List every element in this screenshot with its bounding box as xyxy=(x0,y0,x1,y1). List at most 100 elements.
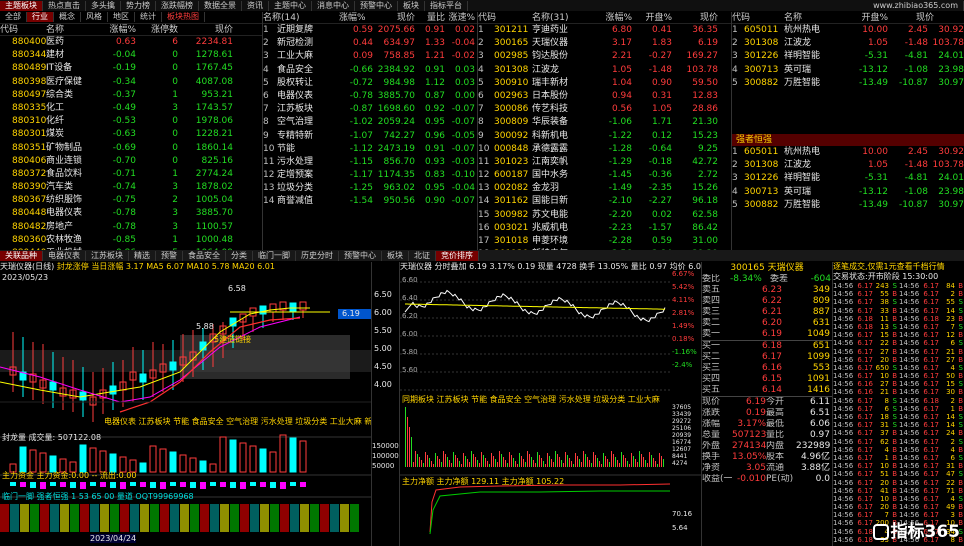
table-row[interactable]: 7 300086 传艺科技 0.56 1.05 28.86 xyxy=(478,103,731,116)
column-header[interactable]: 涨速% xyxy=(445,12,475,23)
table-row[interactable]: 3 301226 祥明智能 -5.31 -4.81 24.01 xyxy=(732,172,964,185)
table-row[interactable]: 3 工业大麻 0.09 758.85 1.21 -0.02 xyxy=(263,50,477,63)
book-row[interactable]: 卖二 6.20 631 xyxy=(702,318,832,329)
table-row[interactable]: 9 300092 科新机电 -1.22 0.12 15.23 xyxy=(478,130,731,143)
table-row[interactable]: 11 301023 江南奕帆 -1.29 -0.18 42.72 xyxy=(478,156,731,169)
chart-tab[interactable]: 北证 xyxy=(409,250,436,261)
table-row[interactable]: 13 垃圾分类 -1.25 963.02 0.95 -0.04 xyxy=(263,182,477,195)
top-tab[interactable]: 数据全景 xyxy=(199,0,242,11)
table-row[interactable]: 6 电器仪表 -0.78 3885.70 0.87 0.00 xyxy=(263,90,477,103)
chart-tab[interactable]: 江苏板块 xyxy=(86,250,129,261)
table-row[interactable]: 880406 商业连锁 -0.70 0 825.16 xyxy=(0,155,262,168)
column-header[interactable]: 现价 xyxy=(888,12,934,23)
book-row[interactable]: 买一 6.18 651 xyxy=(702,341,832,352)
table-row[interactable]: 10 000848 承德露露 -1.28 -0.64 9.25 xyxy=(478,143,731,156)
column-header[interactable]: 代码 xyxy=(478,12,532,23)
chart-tab[interactable]: 历史分时 xyxy=(296,250,339,261)
top-tab[interactable]: 预警中心 xyxy=(355,0,398,11)
sector-tab[interactable]: 行业 xyxy=(27,12,54,22)
table-row[interactable]: 880344 建材 -0.04 0 1278.61 xyxy=(0,49,262,62)
sector-tab[interactable]: 全部 xyxy=(0,12,27,22)
table-row[interactable]: 5 300882 万胜智能 -13.49 -10.87 30.97 xyxy=(732,199,964,212)
table-row[interactable]: 4 300713 英可瑞 -13.12 -1.08 23.98 xyxy=(732,186,964,199)
table-row[interactable]: 5 300910 瑞丰新材 1.04 0.90 59.50 xyxy=(478,77,731,90)
table-row[interactable]: 2 300165 天瑞仪器 3.17 1.83 6.19 xyxy=(478,37,731,50)
chart-tab[interactable]: 板块 xyxy=(382,250,409,261)
chart-tab[interactable]: 预警 xyxy=(156,250,183,261)
chart-tab[interactable]: 关联品种 xyxy=(0,250,43,261)
book-row[interactable]: 买五 6.14 1416 xyxy=(702,385,832,396)
table-row[interactable]: 9 专精特新 -1.07 742.27 0.96 -0.05 xyxy=(263,130,477,143)
table-row[interactable]: 10 节能 -1.12 2473.19 0.91 -0.07 xyxy=(263,143,477,156)
sector-tab[interactable]: 统计 xyxy=(135,12,162,22)
column-header[interactable]: 名称 xyxy=(784,12,840,23)
table-row[interactable]: 1 605011 杭州热电 10.00 2.45 30.92 xyxy=(732,24,964,37)
table-row[interactable]: 1 605011 杭州热电 10.00 2.45 30.92 xyxy=(732,146,964,159)
chart-tab[interactable]: 临门一脚 xyxy=(253,250,296,261)
table-row[interactable]: 880489 IT设备 -0.19 0 1767.45 xyxy=(0,62,262,75)
column-header[interactable]: 现价 xyxy=(672,12,718,23)
column-header[interactable]: 开盘% xyxy=(632,12,672,23)
table-row[interactable]: 880367 纺织服饰 -0.75 2 1005.04 xyxy=(0,194,262,207)
book-row[interactable]: 卖五 6.23 349 xyxy=(702,285,832,296)
table-row[interactable]: 2 301308 江波龙 1.05 -1.48 103.78 xyxy=(732,37,964,50)
table-row[interactable]: 5 300882 万胜智能 -13.49 -10.87 30.97 xyxy=(732,77,964,90)
table-row[interactable]: 880351 矿物制品 -0.69 0 1860.14 xyxy=(0,142,262,155)
table-row[interactable]: 8 空气治理 -1.02 2059.24 0.95 -0.07 xyxy=(263,116,477,129)
table-row[interactable]: 8 300809 华辰装备 -1.06 1.71 21.30 xyxy=(478,116,731,129)
column-header[interactable]: 名称 xyxy=(46,24,86,35)
table-row[interactable]: 880335 化工 -0.49 3 1743.57 xyxy=(0,102,262,115)
top-tab[interactable]: 势力榜 xyxy=(121,0,156,11)
sector-tab[interactable]: 地区 xyxy=(108,12,135,22)
table-row[interactable]: 880400 医药 0.63 6 2234.81 xyxy=(0,36,262,49)
column-header[interactable]: 涨停数 xyxy=(136,24,178,35)
table-row[interactable]: 16 003021 兆威机电 -2.23 -1.57 86.42 xyxy=(478,222,731,235)
sector-tab[interactable]: 风格 xyxy=(81,12,108,22)
column-header[interactable]: 代码 xyxy=(0,24,46,35)
book-row[interactable]: 卖三 6.21 887 xyxy=(702,307,832,318)
table-row[interactable]: 4 食品安全 -0.66 2384.92 0.91 0.03 xyxy=(263,64,477,77)
chart-tab[interactable]: 预警中心 xyxy=(339,250,382,261)
column-header[interactable]: 涨幅% xyxy=(339,12,373,23)
chart-tab[interactable]: 电器仪表 xyxy=(43,250,86,261)
table-row[interactable]: 17 301018 申菱环境 -2.28 0.59 31.00 xyxy=(478,235,731,248)
table-row[interactable]: 2 新冠检测 0.44 634.97 1.33 -0.04 xyxy=(263,37,477,50)
table-row[interactable]: 4 300713 英可瑞 -13.12 -1.08 23.98 xyxy=(732,64,964,77)
table-row[interactable]: 880301 煤炭 -0.63 0 1228.21 xyxy=(0,128,262,141)
column-header[interactable]: 现价 xyxy=(178,24,233,35)
chart-tab[interactable]: 分类 xyxy=(226,250,253,261)
table-row[interactable]: 880497 综合类 -0.37 1 953.21 xyxy=(0,89,262,102)
column-header[interactable]: 涨幅% xyxy=(592,12,632,23)
book-row[interactable]: 卖一 6.19 1049 xyxy=(702,329,832,340)
top-tab[interactable]: 指标平台 xyxy=(425,0,468,11)
top-tab[interactable]: 多头擒 xyxy=(86,0,121,11)
column-header[interactable]: 开盘% xyxy=(840,12,888,23)
column-header[interactable]: 名称(14) xyxy=(263,12,339,23)
chart-tab[interactable]: 食品安全 xyxy=(183,250,226,261)
column-header[interactable]: 量比 xyxy=(415,12,445,23)
table-row[interactable]: 6 002963 日本股份 0.94 0.31 12.83 xyxy=(478,90,731,103)
table-row[interactable]: 12 定增预案 -1.17 1174.35 0.83 -0.10 xyxy=(263,169,477,182)
chart-tab[interactable]: 精选 xyxy=(129,250,156,261)
book-row[interactable]: 买二 6.17 1099 xyxy=(702,352,832,363)
column-header[interactable]: 涨幅% xyxy=(86,24,136,35)
table-row[interactable]: 5 股权转让 -0.72 984.98 1.12 0.03 xyxy=(263,77,477,90)
table-row[interactable]: 1 301211 亨迪药业 6.80 0.41 36.35 xyxy=(478,24,731,37)
book-row[interactable]: 买三 6.16 553 xyxy=(702,363,832,374)
table-row[interactable]: 880448 电器仪表 -0.78 3 3885.70 xyxy=(0,207,262,220)
table-row[interactable]: 11 污水处理 -1.15 856.70 0.93 -0.03 xyxy=(263,156,477,169)
table-row[interactable]: 880360 农林牧渔 -0.85 1 1000.48 xyxy=(0,234,262,247)
heatmap-tab[interactable]: 板块热图 xyxy=(162,12,205,22)
table-row[interactable]: 880482 房地产 -0.78 3 1100.57 xyxy=(0,221,262,234)
table-row[interactable]: 3 301226 祥明智能 -5.31 -4.81 24.01 xyxy=(732,50,964,63)
table-row[interactable]: 12 600187 国中水务 -1.45 -0.36 2.72 xyxy=(478,169,731,182)
table-row[interactable]: 880310 化纤 -0.53 0 1978.06 xyxy=(0,115,262,128)
table-row[interactable]: 880390 汽车类 -0.74 3 1878.02 xyxy=(0,181,262,194)
table-row[interactable]: 4 301308 江波龙 1.05 -1.48 103.78 xyxy=(478,64,731,77)
table-row[interactable]: 14 301162 国能日新 -2.10 -2.27 96.18 xyxy=(478,195,731,208)
column-header[interactable]: 代码 xyxy=(732,12,784,23)
table-row[interactable]: 2 301308 江波龙 1.05 -1.48 103.78 xyxy=(732,159,964,172)
table-row[interactable]: 880398 医疗保健 -0.34 0 4087.08 xyxy=(0,76,262,89)
top-tab[interactable]: 主题板块 xyxy=(0,0,43,11)
top-tab[interactable]: 热点直击 xyxy=(43,0,86,11)
